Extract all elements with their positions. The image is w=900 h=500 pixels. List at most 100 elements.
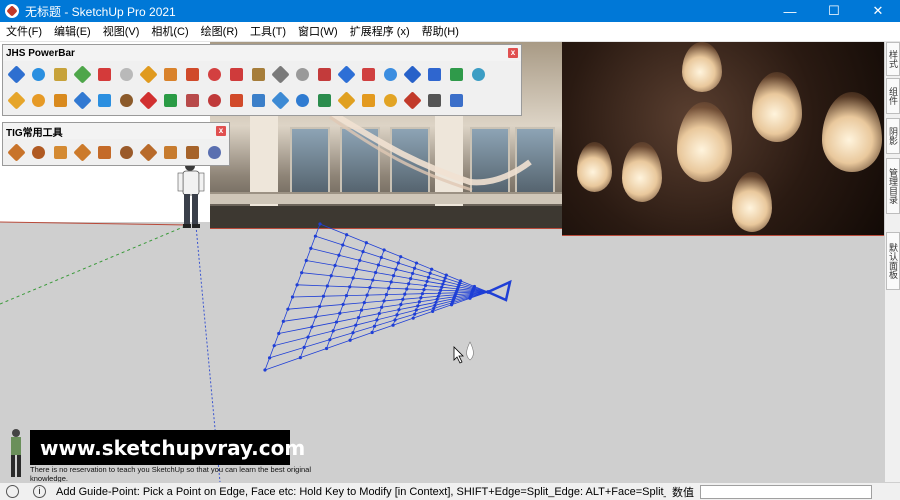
jhs-tool-20-icon[interactable]: [423, 63, 445, 85]
mesh-vertex: [405, 287, 409, 291]
mesh-vertex: [324, 346, 329, 351]
jhs-tool-11-icon[interactable]: [225, 89, 247, 111]
menu-extensions[interactable]: 扩展程序 (x): [344, 22, 416, 42]
jhs-tool-10-icon[interactable]: [203, 89, 225, 111]
jhs-tool-glyph: [427, 67, 441, 81]
jhs-tool-17-icon[interactable]: [357, 63, 379, 85]
mesh-edge: [300, 348, 327, 359]
mesh-vertex: [442, 279, 446, 283]
jhs-tool-12-icon[interactable]: [247, 63, 269, 85]
jhs-tool-18-icon[interactable]: [379, 63, 401, 85]
tig-tool-8-icon[interactable]: [159, 141, 181, 163]
jhs-tool-3-icon[interactable]: [49, 89, 71, 111]
jhs-tool-8-icon[interactable]: [159, 63, 181, 85]
scale-figure-icon[interactable]: [172, 160, 212, 230]
jhs-tool-8-icon[interactable]: [159, 89, 181, 111]
jhs-tool-11-icon[interactable]: [225, 63, 247, 85]
measurements-input[interactable]: [700, 484, 872, 499]
jhs-tool-7-icon[interactable]: [137, 63, 159, 85]
menu-tools[interactable]: 工具(T): [244, 22, 292, 42]
menu-camera[interactable]: 相机(C): [145, 22, 194, 42]
jhs-tool-6-icon[interactable]: [115, 63, 137, 85]
jhs-tool-22-icon[interactable]: [467, 63, 489, 85]
window-controls: — ☐ ✕: [768, 0, 900, 22]
jhs-tool-glyph: [383, 67, 397, 81]
jhs-tool-9-icon[interactable]: [181, 89, 203, 111]
mesh-edge: [346, 234, 367, 244]
jhs-tool-21-icon[interactable]: [445, 89, 467, 111]
jhs-tool-19-icon[interactable]: [401, 63, 423, 85]
mesh-edge: [333, 324, 356, 332]
jhs-tool-glyph: [402, 90, 422, 110]
tig-tool-1-icon[interactable]: [5, 141, 27, 163]
jhs-tool-glyph: [53, 67, 67, 81]
jhs-tool-1-icon[interactable]: [5, 89, 27, 111]
mesh-vertex: [397, 308, 401, 312]
jhs-tool-5-icon[interactable]: [93, 63, 115, 85]
menu-file[interactable]: 文件(F): [0, 22, 48, 42]
jhs-tool-6-icon[interactable]: [115, 89, 137, 111]
menu-edit[interactable]: 编辑(E): [48, 22, 97, 42]
jhs-tool-10-icon[interactable]: [203, 63, 225, 85]
mesh-vertex: [382, 248, 386, 252]
model-viewport[interactable]: JHS PowerBar x TIG常用工具 x www.sketchupvra…: [0, 42, 884, 482]
jhs-tool-13-icon[interactable]: [269, 63, 291, 85]
tig-tool-4-icon[interactable]: [71, 141, 93, 163]
mesh-vertex: [375, 318, 379, 322]
jhs-tool-1-icon[interactable]: [5, 63, 27, 85]
tig-tool-3-icon[interactable]: [49, 141, 71, 163]
jhs-tool-2-icon[interactable]: [27, 89, 49, 111]
tray-tab-shadows[interactable]: 阴影: [886, 118, 900, 154]
tig-tool-7-icon[interactable]: [137, 141, 159, 163]
maximize-button[interactable]: ☐: [812, 0, 856, 22]
close-button[interactable]: ✕: [856, 0, 900, 22]
menu-view[interactable]: 视图(V): [97, 22, 146, 42]
toolbar-close-icon[interactable]: x: [216, 126, 226, 136]
tig-tool-10-icon[interactable]: [203, 141, 225, 163]
jhs-tool-18-icon[interactable]: [379, 89, 401, 111]
jhs-tool-13-icon[interactable]: [269, 89, 291, 111]
geo-location-icon[interactable]: [6, 485, 19, 498]
tray-tab-manage-trays[interactable]: 管理目录: [886, 158, 900, 214]
jhs-tool-7-icon[interactable]: [137, 89, 159, 111]
minimize-button[interactable]: —: [768, 0, 812, 22]
jhs-tool-15-icon[interactable]: [313, 63, 335, 85]
mesh-vertex: [410, 271, 415, 276]
jhs-tool-17-icon[interactable]: [357, 89, 379, 111]
tig-tool-2-icon[interactable]: [27, 141, 49, 163]
menu-draw[interactable]: 绘图(R): [195, 22, 244, 42]
jhs-tool-14-icon[interactable]: [291, 89, 313, 111]
mesh-edge: [307, 326, 313, 338]
toolbar-header[interactable]: TIG常用工具 x: [3, 123, 229, 139]
jhs-tool-2-icon[interactable]: [27, 63, 49, 85]
tray-tab-styles[interactable]: 样式: [886, 42, 900, 76]
jhs-tool-16-icon[interactable]: [335, 89, 357, 111]
tig-tool-6-icon[interactable]: [115, 141, 137, 163]
jhs-tool-12-icon[interactable]: [247, 89, 269, 111]
jhs-tool-19-icon[interactable]: [401, 89, 423, 111]
mesh-vertex: [439, 288, 443, 292]
tig-tool-5-icon[interactable]: [93, 141, 115, 163]
menu-help[interactable]: 帮助(H): [416, 22, 465, 42]
toolbar-header[interactable]: JHS PowerBar x: [3, 45, 521, 61]
mesh-edge: [356, 268, 376, 273]
tray-tab-default-tray[interactable]: 默认面板: [886, 232, 900, 290]
jhs-tool-15-icon[interactable]: [313, 89, 335, 111]
jhs-tool-21-icon[interactable]: [445, 63, 467, 85]
jhs-tool-4-icon[interactable]: [71, 63, 93, 85]
jhs-tool-9-icon[interactable]: [181, 63, 203, 85]
info-icon[interactable]: i: [33, 485, 46, 498]
mesh-edge: [383, 249, 401, 258]
tray-tab-components[interactable]: 组件: [886, 78, 900, 114]
jhs-tool-glyph: [449, 93, 463, 107]
jhs-tool-4-icon[interactable]: [71, 89, 93, 111]
menu-window[interactable]: 窗口(W): [292, 22, 344, 42]
jhs-tool-20-icon[interactable]: [423, 89, 445, 111]
jhs-tool-16-icon[interactable]: [335, 63, 357, 85]
mesh-edge: [296, 272, 303, 285]
jhs-tool-3-icon[interactable]: [49, 63, 71, 85]
jhs-tool-14-icon[interactable]: [291, 63, 313, 85]
toolbar-close-icon[interactable]: x: [508, 48, 518, 58]
tig-tool-9-icon[interactable]: [181, 141, 203, 163]
jhs-tool-5-icon[interactable]: [93, 89, 115, 111]
